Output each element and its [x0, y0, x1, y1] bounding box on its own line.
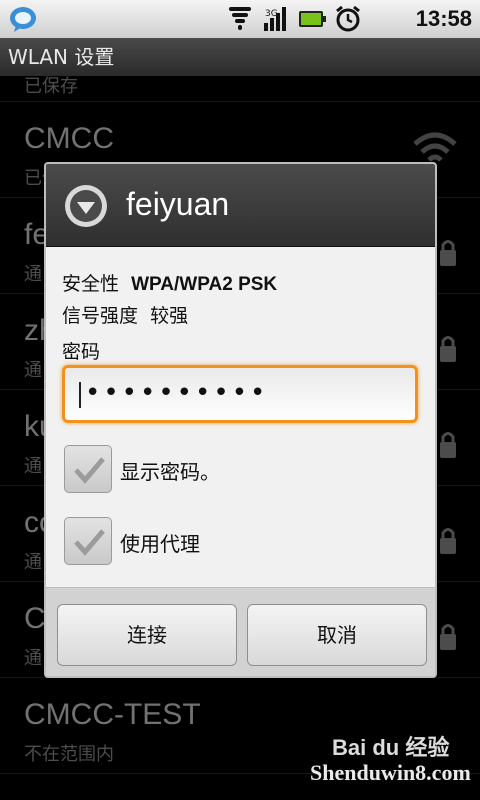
- alarm-icon: [336, 5, 360, 32]
- status-bar: 3G 13:58: [0, 0, 480, 38]
- security-value: WPA/WPA2 PSK: [131, 274, 278, 295]
- clock: 13:58: [415, 6, 472, 31]
- battery-icon: [299, 11, 326, 27]
- signal-3g-icon: 3G: [264, 7, 286, 31]
- signal-value: 较强: [150, 305, 189, 327]
- site-watermark: Shenduwin8.com: [310, 760, 471, 785]
- use-proxy-checkbox[interactable]: [64, 517, 112, 565]
- connect-button[interactable]: 连接: [57, 604, 237, 666]
- dialog-footer: 连接 取消: [46, 587, 435, 676]
- page-title: WLAN 设置: [0, 38, 480, 76]
- security-label: 安全性: [62, 273, 120, 295]
- checkmark-icon: [74, 529, 105, 556]
- dialog-title: feiyuan: [126, 186, 230, 222]
- signal-label: 信号强度: [62, 305, 139, 327]
- password-input[interactable]: ••••••••••: [62, 365, 418, 423]
- password-label: 密码: [62, 341, 101, 363]
- wifi-icon: [229, 7, 251, 30]
- show-password-checkbox[interactable]: [64, 445, 112, 493]
- svg-text:3G: 3G: [265, 9, 278, 19]
- cancel-button[interactable]: 取消: [247, 604, 427, 666]
- chat-bubble-icon: [10, 7, 36, 32]
- dialog-body: 安全性 WPA/WPA2 PSK 信号强度 较强 密码 •••••••••• 显…: [46, 247, 435, 587]
- dialog-info-icon: [65, 185, 107, 227]
- show-password-label: 显示密码。: [120, 460, 220, 484]
- text-caret: [79, 382, 81, 408]
- wifi-connect-dialog: feiyuan 安全性 WPA/WPA2 PSK 信号强度 较强 密码 ••••…: [44, 162, 437, 678]
- security-info: 安全性 WPA/WPA2 PSK: [62, 269, 277, 296]
- password-value: ••••••••••: [85, 378, 269, 408]
- signal-info: 信号强度 较强: [62, 301, 188, 328]
- use-proxy-label: 使用代理: [120, 532, 200, 556]
- baidu-watermark: Bai du 经验: [332, 735, 450, 760]
- checkmark-icon: [74, 457, 105, 484]
- dialog-header: feiyuan: [46, 164, 435, 247]
